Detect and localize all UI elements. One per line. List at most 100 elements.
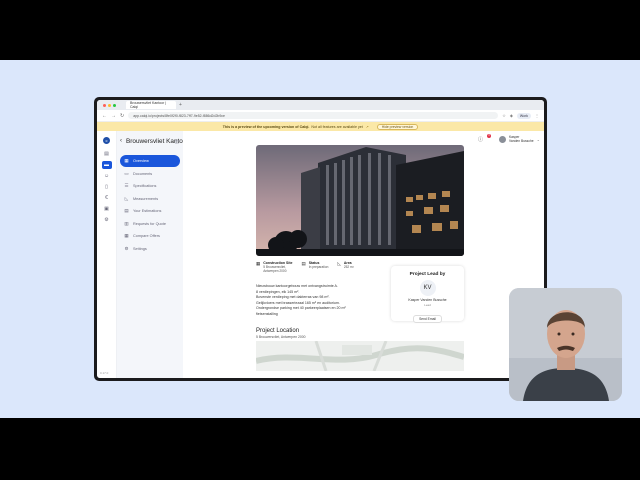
euro-icon[interactable]: € <box>102 194 112 202</box>
fact-item: ▦ Construction Site 5 Brouwersvliet, Antwer… <box>256 261 292 273</box>
calqi-logo-icon[interactable]: c <box>103 137 110 144</box>
sidebar-item-label: Specifications <box>133 184 157 188</box>
preview-banner: This is a preview of the upcoming versio… <box>97 122 544 131</box>
project-header: ‹ Brouwersvliet Kantoor <box>117 135 189 147</box>
contacts-icon[interactable]: ☺ <box>102 172 112 180</box>
fact-value: Antwerpen 2000 <box>263 269 287 273</box>
project-lead-card: Project Lead by KV Kasper Vanden Bussche… <box>391 266 464 323</box>
overview-icon: ▦ <box>124 158 129 163</box>
user-name-block[interactable]: Kasper Vanden Bussche <box>509 135 534 143</box>
url-text: app.calqi.io/projects/8fe0f2f0-f823-7ff7… <box>133 113 225 118</box>
project-hero-image <box>256 145 464 256</box>
compare-icon: ▦ <box>124 233 129 238</box>
bookmark-star-icon[interactable]: ☆ <box>502 113 506 118</box>
project-facts: ▦ Construction Site 5 Brouwersvliet, Antwer… <box>256 261 363 273</box>
location-title: Project Location <box>256 328 300 334</box>
help-icon[interactable]: ⓘ <box>478 136 483 143</box>
app-body: c ▤ ▬ ☺ ▯ € ▣ ⚙ 0.17.0 ‹ Brouwersvliet K… <box>97 131 544 378</box>
address-bar-row: ← → ↻ app.calqi.io/projects/8fe0f2f0-f82… <box>97 110 544 122</box>
user-last-name: Vanden Bussche <box>508 139 534 143</box>
location-map[interactable] <box>256 341 464 371</box>
collapse-sidebar-icon[interactable]: ◫ <box>175 139 179 145</box>
gear-icon: ⚙ <box>124 245 129 251</box>
sidebar-item-requests-for-quote[interactable]: ▥ Requests for Quote <box>120 218 180 230</box>
sidebar-item-compare-offers[interactable]: ▦ Compare Offers <box>120 230 180 242</box>
monitor-frame: Brouwersvliet Kantoor | Calqi + ← → ↻ ap… <box>94 97 547 381</box>
sidebar-item-overview[interactable]: ▦ Overview <box>120 155 180 167</box>
project-menu: ▦ Overview ▭ Documents ☰ Specifications ◺ Measu… <box>117 155 183 255</box>
calculator-icon: ▤ <box>124 208 129 213</box>
fact-text: Construction Site 5 Brouwersvliet, Antwerp… <box>263 261 292 273</box>
send-email-button[interactable]: Send Email <box>413 315 442 323</box>
user-avatar[interactable] <box>498 135 506 143</box>
fact-value: 252 m² <box>343 265 354 269</box>
back-arrow-icon[interactable]: ← <box>102 113 107 119</box>
presenter-video <box>509 288 622 401</box>
fact-text: Status In preparation <box>309 261 329 273</box>
close-window-dot[interactable] <box>103 103 106 107</box>
forward-arrow-icon[interactable]: → <box>111 113 116 119</box>
area-icon: ◺ <box>337 261 341 266</box>
notification-icon[interactable]: 3 <box>486 133 496 143</box>
banner-bold-text: This is a preview of the upcoming versio… <box>222 124 310 129</box>
app-version: 0.17.0 <box>100 371 109 375</box>
lead-avatar: KV <box>419 280 436 296</box>
user-area: ⓘ 3 Kasper Vanden Bussche ⌄ <box>478 133 540 143</box>
hide-preview-button[interactable]: Hide preview version <box>376 123 419 130</box>
sidebar-item-measurements[interactable]: ◺ Measurements <box>120 193 180 205</box>
browser-tab-strip: Brouwersvliet Kantoor | Calqi + <box>97 100 544 110</box>
new-tab-icon[interactable]: + <box>179 102 182 108</box>
folder-icon: ▭ <box>124 170 129 176</box>
sidebar-item-documents[interactable]: ▭ Documents <box>120 168 180 180</box>
browser-tab-title: Brouwersvliet Kantoor | Calqi <box>130 101 167 109</box>
maximize-window-dot[interactable] <box>113 103 116 107</box>
minimize-window-dot[interactable] <box>108 103 111 107</box>
fact-item: ▤ Status In preparation <box>301 261 328 273</box>
settings-rail-icon[interactable]: ⚙ <box>102 216 112 224</box>
building-icon: ▦ <box>256 261 261 266</box>
status-icon: ▤ <box>301 261 306 266</box>
sidebar-item-label: Overview <box>133 159 149 163</box>
building-photo <box>256 145 464 256</box>
box-icon[interactable]: ▣ <box>102 205 112 213</box>
url-field[interactable]: app.calqi.io/projects/8fe0f2f0-f823-7ff7… <box>128 112 499 119</box>
banner-text: Not all features are available yet <box>311 124 363 129</box>
sidebar-item-label: Your Estimations <box>133 209 162 213</box>
icon-rail: c ▤ ▬ ☺ ▯ € ▣ ⚙ 0.17.0 <box>97 131 117 378</box>
fact-value: In preparation <box>308 265 329 269</box>
quote-icon: ▥ <box>124 220 129 226</box>
lead-role: Lead <box>424 303 431 307</box>
browser-tab[interactable]: Brouwersvliet Kantoor | Calqi <box>126 101 176 109</box>
banner-link-icon[interactable]: ↗ <box>366 125 369 129</box>
reload-icon[interactable]: ↻ <box>120 113 124 119</box>
ruler-icon: ◺ <box>124 195 129 201</box>
list-icon: ☰ <box>124 183 129 188</box>
profile-chip[interactable]: Work <box>516 112 531 119</box>
fact-item: ◺ Area 252 m² <box>337 261 353 273</box>
project-sidebar: ‹ Brouwersvliet Kantoor ◫ ▦ Overview ▭ Docu… <box>117 131 189 378</box>
sidebar-item-label: Settings <box>133 246 147 251</box>
document-icon[interactable]: ▯ <box>102 183 112 191</box>
notification-badge: 3 <box>486 133 491 138</box>
project-title: Brouwersvliet Kantoor <box>126 137 189 145</box>
location-address: 5 Brouwersvliet, Antwerpen 2000 <box>256 335 306 339</box>
sidebar-item-label: Documents <box>133 171 153 176</box>
dashboard-icon[interactable]: ▤ <box>102 150 112 158</box>
sidebar-item-settings[interactable]: ⚙ Settings <box>120 243 180 255</box>
project-description: Nieuwbouw kantoorgebouw met ontvangstrui… <box>256 284 386 318</box>
main-content: ⓘ 3 Kasper Vanden Bussche ⌄ ▦ Constructi… <box>183 131 544 378</box>
sidebar-item-specifications[interactable]: ☰ Specifications <box>120 180 180 192</box>
browser-menu-icon[interactable]: ⋮ <box>535 113 539 118</box>
projects-icon[interactable]: ▬ <box>101 161 112 169</box>
extension-icon[interactable]: ◈ <box>510 113 513 118</box>
lead-name: Kasper Vanden Bussche <box>408 298 447 302</box>
sidebar-item-label: Compare Offers <box>133 234 160 238</box>
back-chevron-icon[interactable]: ‹ <box>120 138 122 144</box>
description-line: fietsenstalling <box>256 311 278 316</box>
sidebar-item-your-estimations[interactable]: ▤ Your Estimations <box>120 205 180 217</box>
chevron-down-icon[interactable]: ⌄ <box>537 137 540 142</box>
sidebar-item-label: Requests for Quote <box>133 221 166 226</box>
presenter-webcam <box>509 288 622 401</box>
lead-title: Project Lead by <box>409 272 446 277</box>
fact-text: Area 252 m² <box>344 261 354 273</box>
